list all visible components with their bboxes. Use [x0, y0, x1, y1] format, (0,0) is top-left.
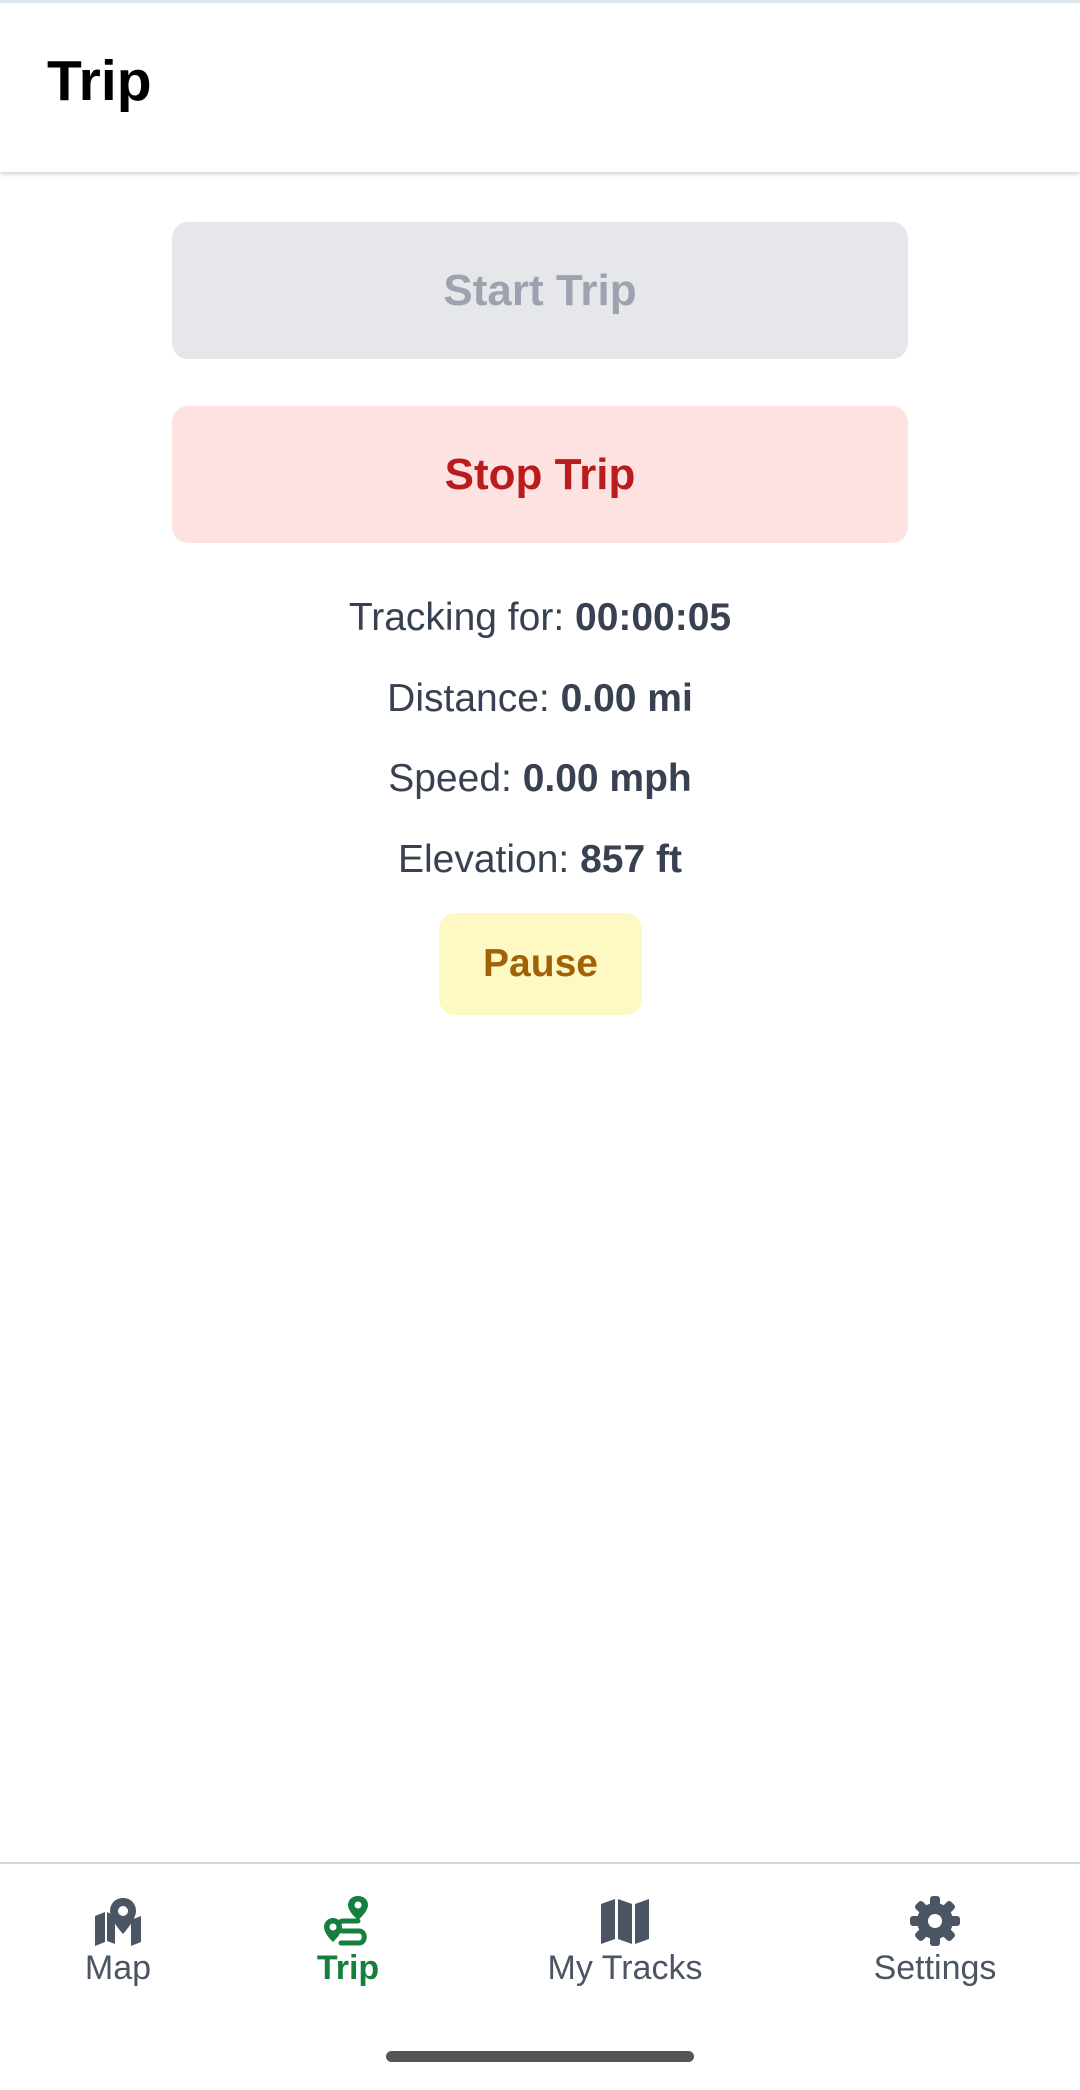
home-indicator[interactable] [386, 2051, 694, 2062]
app-header: Trip [0, 0, 1080, 172]
tab-settings[interactable]: Settings [855, 1894, 1015, 1987]
pause-button[interactable]: Pause [439, 913, 642, 1015]
start-trip-button[interactable]: Start Trip [172, 222, 908, 359]
speed-stat: Speed: 0.00 mph [0, 759, 1080, 798]
tracking-time-stat: Tracking for: 00:00:05 [0, 598, 1080, 637]
speed-label: Speed: [388, 757, 523, 800]
tab-trip-label: Trip [316, 1949, 380, 1987]
distance-label: Distance: [387, 677, 561, 720]
trip-content: Start Trip Stop Trip Tracking for: 00:00… [0, 172, 1080, 1862]
map-pin-icon [95, 1898, 141, 1946]
distance-value: 0.00 mi [560, 677, 693, 720]
tracking-time-label: Tracking for: [348, 596, 575, 639]
folded-map-icon [601, 1899, 649, 1944]
speed-value: 0.00 mph [522, 757, 692, 800]
tab-settings-label: Settings [873, 1949, 997, 1987]
trip-screen: Trip Start Trip Stop Trip Tracking for: … [0, 0, 1080, 2090]
tab-my-tracks-label: My Tracks [547, 1949, 703, 1987]
elevation-stat: Elevation: 857 ft [0, 840, 1080, 879]
stop-trip-button[interactable]: Stop Trip [172, 406, 908, 543]
page-title: Trip [47, 49, 152, 113]
elevation-label: Elevation: [398, 838, 581, 881]
gear-icon [910, 1896, 960, 1946]
tracking-time-value: 00:00:05 [575, 596, 732, 639]
tab-trip[interactable]: Trip [280, 1894, 416, 1987]
tab-map[interactable]: Map [50, 1894, 186, 1987]
tab-map-label: Map [84, 1949, 152, 1987]
tab-my-tracks[interactable]: My Tracks [520, 1894, 730, 1987]
route-icon [324, 1896, 368, 1946]
elevation-value: 857 ft [580, 838, 682, 881]
distance-stat: Distance: 0.00 mi [0, 679, 1080, 718]
